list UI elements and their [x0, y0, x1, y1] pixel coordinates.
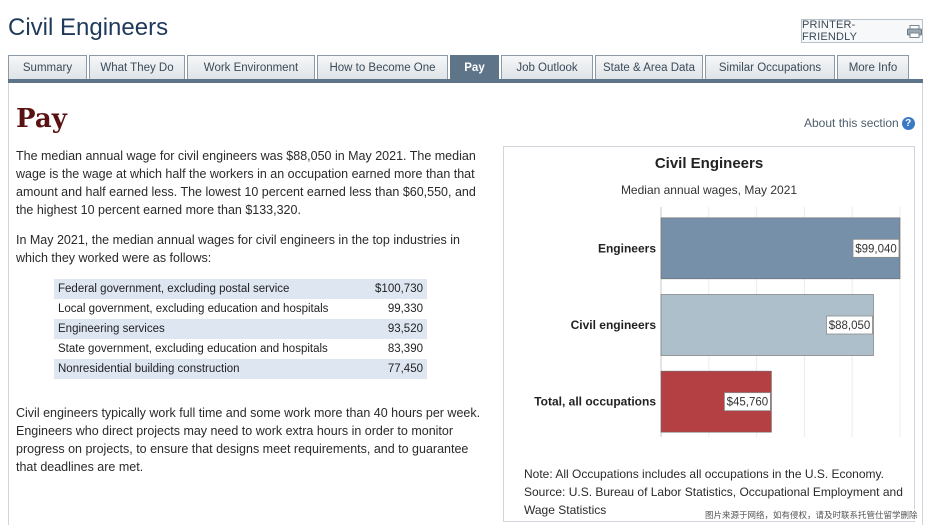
table-row: Federal government, excluding postal ser…: [54, 279, 427, 299]
table-row: Nonresidential building construction 77,…: [54, 359, 427, 379]
pay-paragraph-hours: Civil engineers typically work full time…: [16, 406, 481, 474]
chart-category-label: Engineers: [598, 241, 656, 255]
industry-name: Engineering services: [54, 319, 347, 339]
table-row: State government, excluding education an…: [54, 339, 427, 359]
chart-category-label: Total, all occupations: [534, 395, 656, 409]
question-icon[interactable]: ?: [901, 116, 915, 130]
printer-friendly-button[interactable]: PRINTER-FRIENDLY: [801, 19, 923, 43]
wage-chart-panel: Civil Engineers Median annual wages, May…: [503, 146, 915, 522]
chart-value-label: $88,050: [829, 320, 871, 332]
table-row: Engineering services 93,520: [54, 319, 427, 339]
industry-name: Nonresidential building construction: [54, 359, 347, 379]
tab-summary[interactable]: Summary: [8, 55, 87, 79]
tab-more-info[interactable]: More Info: [837, 55, 909, 79]
page-title: Civil Engineers: [8, 14, 169, 41]
tab-bar: Summary What They Do Work Environment Ho…: [8, 55, 911, 79]
industry-name: Local government, excluding education an…: [58, 303, 329, 315]
tab-work-environment[interactable]: Work Environment: [187, 55, 315, 79]
section-heading: Pay: [16, 104, 67, 134]
about-this-section-link[interactable]: About this section ?: [804, 116, 915, 130]
tab-what-they-do[interactable]: What They Do: [89, 55, 185, 79]
table-row: Local government, excluding education an…: [54, 299, 427, 319]
chart-value-label: $99,040: [855, 243, 897, 255]
industry-wage: 83,390: [387, 343, 423, 355]
industry-wage: 99,330: [387, 303, 423, 315]
about-this-section-label: About this section: [804, 116, 899, 130]
printer-friendly-label: PRINTER-FRIENDLY: [802, 19, 858, 43]
tab-how-to-become-one[interactable]: How to Become One: [317, 55, 448, 79]
industry-wage: 93,520: [347, 319, 427, 339]
chart-category-label: Civil engineers: [571, 318, 657, 332]
pay-paragraph-median: The median annual wage for civil enginee…: [16, 149, 476, 217]
wage-bar-chart: Engineers $99,040 Civil engineers $88,050 To…: [534, 207, 901, 437]
tab-similar-occupations[interactable]: Similar Occupations: [705, 55, 835, 79]
tab-state-area-data[interactable]: State & Area Data: [595, 55, 703, 79]
chart-value-label: $45,760: [727, 397, 769, 409]
industry-wage: $100,730: [347, 279, 427, 299]
industry-name: Federal government, excluding postal ser…: [54, 279, 347, 299]
tab-pay[interactable]: Pay: [450, 55, 499, 79]
chart-note-text: Note: All Occupations includes all occup…: [524, 467, 884, 481]
industry-wage-table: Federal government, excluding postal ser…: [54, 279, 427, 379]
pay-paragraph-industries: In May 2021, the median annual wages for…: [16, 233, 461, 265]
printer-icon: [907, 24, 922, 38]
industry-name: State government, excluding education an…: [58, 343, 328, 355]
industry-wage: 77,450: [347, 359, 427, 379]
tab-job-outlook[interactable]: Job Outlook: [501, 55, 593, 79]
watermark-text: 图片来源于网络，如有侵权，请及时联系托管仕留学删除: [705, 509, 918, 521]
